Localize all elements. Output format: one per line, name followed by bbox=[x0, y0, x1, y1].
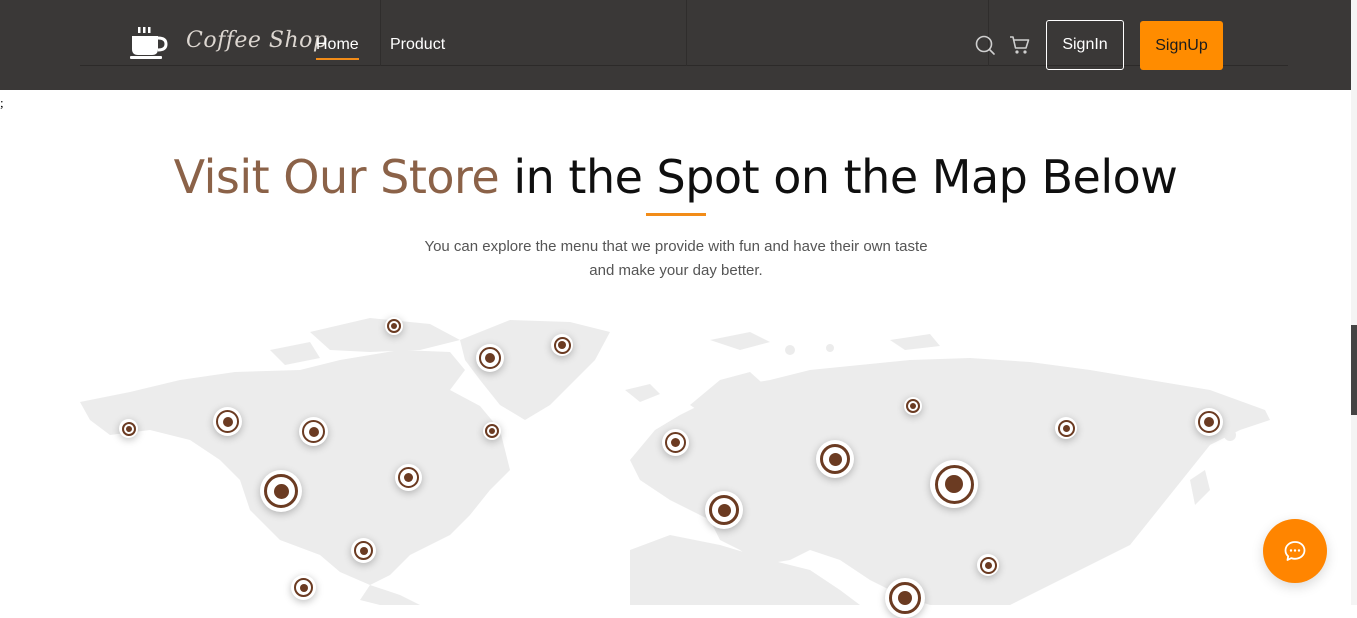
section-title-rest: in the Spot on the Map Below bbox=[499, 150, 1178, 204]
store-location-pin[interactable] bbox=[551, 334, 573, 356]
stray-text: ; bbox=[0, 95, 4, 110]
navbar-divider bbox=[686, 0, 687, 66]
coffee-cup-icon[interactable] bbox=[130, 25, 168, 61]
section-title-accent: Visit Our Store bbox=[173, 150, 500, 204]
search-icon[interactable] bbox=[974, 34, 996, 56]
section-subtitle: You can explore the menu that we provide… bbox=[424, 238, 928, 279]
store-location-pin[interactable] bbox=[1055, 417, 1077, 439]
store-location-pin[interactable] bbox=[904, 397, 922, 415]
store-location-pin[interactable] bbox=[930, 460, 978, 508]
nav-link-product[interactable]: Product bbox=[390, 36, 445, 54]
scrollbar-track[interactable] bbox=[1351, 0, 1357, 605]
signup-button[interactable]: SignUp bbox=[1140, 21, 1223, 70]
store-location-pin[interactable] bbox=[299, 417, 328, 446]
store-location-pin[interactable] bbox=[385, 317, 403, 335]
chat-bubble-icon bbox=[1284, 541, 1306, 561]
navbar-divider bbox=[988, 0, 989, 66]
scrollbar-thumb[interactable] bbox=[1351, 325, 1357, 415]
brand-logo-text[interactable]: Coffee Shop bbox=[186, 28, 327, 53]
section-title: Visit Our Store in the Spot on the Map B… bbox=[0, 150, 1351, 204]
world-map bbox=[80, 318, 1270, 605]
store-location-pin[interactable] bbox=[213, 407, 242, 436]
store-location-pin[interactable] bbox=[885, 578, 925, 618]
store-location-pin[interactable] bbox=[816, 440, 854, 478]
store-location-pin[interactable] bbox=[291, 575, 316, 600]
chat-button[interactable] bbox=[1263, 519, 1327, 583]
store-location-pin[interactable] bbox=[476, 344, 504, 372]
store-location-pin[interactable] bbox=[662, 429, 689, 456]
store-location-pin[interactable] bbox=[483, 422, 501, 440]
cart-icon[interactable] bbox=[1009, 34, 1031, 56]
navbar-divider bbox=[380, 0, 381, 66]
title-underline bbox=[646, 213, 706, 216]
store-location-pin[interactable] bbox=[1195, 408, 1223, 436]
store-location-pin[interactable] bbox=[260, 470, 302, 512]
store-location-pin[interactable] bbox=[705, 491, 743, 529]
store-location-pin[interactable] bbox=[351, 538, 376, 563]
signin-button[interactable]: SignIn bbox=[1046, 20, 1124, 70]
navbar: Coffee Shop Home Product SignIn SignUp bbox=[0, 0, 1357, 90]
store-location-pin[interactable] bbox=[119, 419, 138, 438]
store-location-pin[interactable] bbox=[395, 464, 422, 491]
nav-link-home[interactable]: Home bbox=[316, 36, 359, 60]
store-location-pin[interactable] bbox=[977, 554, 999, 576]
